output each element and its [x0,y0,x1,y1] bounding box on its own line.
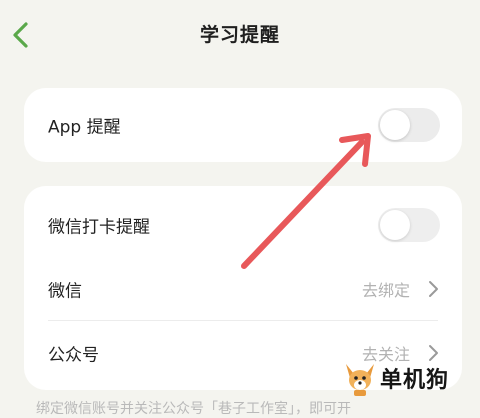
app-reminder-card: App 提醒 [24,88,462,162]
wechat-bind-action: 去绑定 [361,281,410,300]
app-reminder-label: App 提醒 [48,117,121,138]
watermark: 单机狗 [342,360,472,400]
wechat-checkin-row: 微信打卡提醒 [24,194,462,256]
chevron-right-icon [429,281,438,297]
watermark-text: 单机狗 [380,368,450,393]
official-account-label: 公众号 [48,345,99,366]
dog-logo-icon [346,364,374,396]
footnote-text: 绑定微信账号并关注公众号「巷子工作室」，即可开 [36,401,351,417]
wechat-label: 微信 [48,281,82,302]
app-reminder-row: App 提醒 [24,94,462,156]
wechat-checkin-toggle[interactable] [378,208,440,242]
toggle-knob [380,110,410,140]
app-reminder-toggle[interactable] [378,108,440,142]
divider [48,320,438,321]
page-title: 学习提醒 [199,24,280,46]
nav-bar: 学习提醒 [0,0,480,72]
wechat-checkin-label: 微信打卡提醒 [48,217,150,238]
toggle-knob [380,210,410,240]
wechat-bind-row[interactable]: 微信 去绑定 [24,258,462,320]
